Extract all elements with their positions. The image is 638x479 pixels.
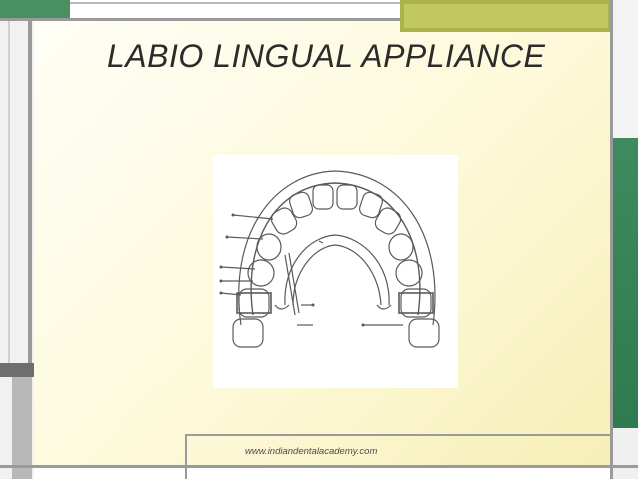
- dental-arch-diagram-icon: [219, 170, 440, 348]
- slide-title: LABIO LINGUAL APPLIANCE: [107, 38, 546, 74]
- left-frame-line: [8, 18, 10, 363]
- top-right-olive-inner: [404, 4, 608, 28]
- bottom-footer-box-left: [185, 434, 187, 479]
- appliance-diagram-image: [213, 155, 458, 388]
- right-frame-strip: [613, 0, 638, 138]
- top-left-green-block: [0, 0, 70, 18]
- bottom-footer-box-top: [185, 434, 610, 436]
- left-accent-block: [0, 363, 34, 377]
- footer-url: www.indiandentalacademy.com: [245, 446, 378, 457]
- bottom-frame-line: [0, 465, 638, 468]
- right-green-block: [613, 138, 638, 428]
- top-frame-line-inner: [70, 2, 400, 4]
- left-frame-bar-upper: [28, 0, 32, 370]
- left-frame-bar-lower: [12, 370, 32, 479]
- right-lower-strip: [613, 428, 638, 479]
